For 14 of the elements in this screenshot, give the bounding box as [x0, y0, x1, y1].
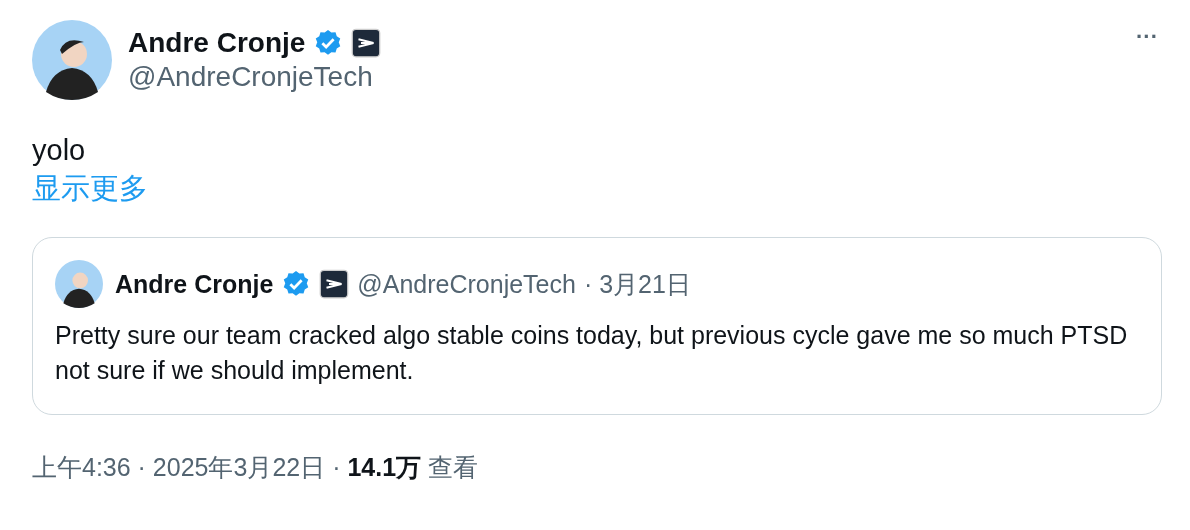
author-name: Andre Cronje [115, 269, 274, 299]
author-name[interactable]: Andre Cronje [128, 27, 306, 59]
avatar-icon[interactable] [55, 260, 103, 308]
tweet-meta: 上午4:36 · 2025年3月22日 · 14.1万 查看 [32, 452, 480, 483]
tweet-text: yolo [32, 134, 87, 167]
author-handle[interactable]: @AndreCronjeTech [128, 61, 1116, 93]
quote-card[interactable]: Andre Cronje @AndreCronjeTech · 3月21日 Pretty sure our team cracked algo stable coins today, but previous cycle gave me so much PTSD not sure if we should implement. [32, 237, 1162, 415]
avatar-icon[interactable] [32, 20, 112, 100]
author-handle: @AndreCronjeTech [357, 269, 576, 299]
affiliate-logo-icon[interactable] [351, 28, 382, 58]
affiliate-logo-icon [319, 269, 350, 299]
quote-text: Pretty sure our team cracked algo stable coins today, but previous cycle gave me so much PTSD not sure if we should implement. [55, 320, 1129, 386]
more-button[interactable]: ··· [1132, 24, 1162, 50]
quote-date: · 3月21日 [583, 268, 691, 300]
